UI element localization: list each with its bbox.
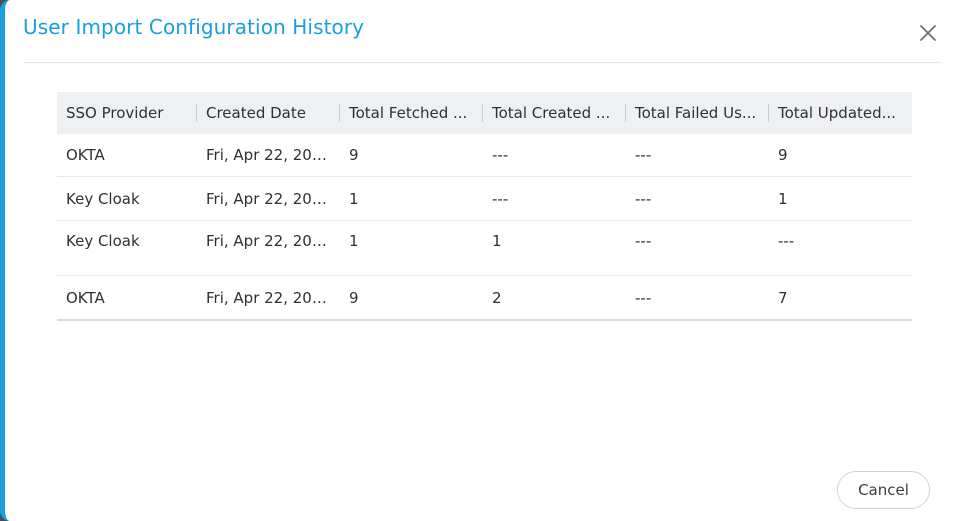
cell-total-failed: --- <box>635 232 652 250</box>
cell-total-updated: 1 <box>778 189 788 208</box>
table-row[interactable]: OKTA Fri, Apr 22, 202... 9 2 --- 7 <box>57 276 912 321</box>
column-header-sso-provider[interactable]: SSO Provider <box>57 92 197 134</box>
column-header-created-date[interactable]: Created Date <box>197 92 340 134</box>
cell-total-fetched: 1 <box>349 232 359 250</box>
cell-sso-provider: OKTA <box>66 146 105 164</box>
column-header-label: Total Fetched ... <box>349 104 468 122</box>
column-header-label: Total Updated... <box>778 104 896 122</box>
column-header-label: Created Date <box>206 104 306 122</box>
column-header-total-created[interactable]: Total Created ... <box>483 92 626 134</box>
column-header-label: SSO Provider <box>66 104 164 122</box>
cell-total-failed: --- <box>635 146 652 164</box>
cell-total-failed: --- <box>635 189 652 208</box>
cancel-button[interactable]: Cancel <box>837 471 930 509</box>
cell-total-created: 1 <box>492 232 502 250</box>
cell-total-updated: 7 <box>778 288 788 307</box>
column-header-total-fetched[interactable]: Total Fetched ... <box>340 92 483 134</box>
close-icon <box>920 25 936 41</box>
column-header-total-updated[interactable]: Total Updated... <box>769 92 912 134</box>
cell-total-created: --- <box>492 189 509 208</box>
cell-sso-provider: Key Cloak <box>66 232 140 250</box>
cell-total-created: --- <box>492 146 509 164</box>
cell-created-date: Fri, Apr 22, 202... <box>206 146 336 164</box>
cell-total-created: 2 <box>492 288 502 307</box>
close-button[interactable] <box>917 22 939 44</box>
cell-total-failed: --- <box>635 288 652 307</box>
cell-sso-provider: Key Cloak <box>66 189 140 208</box>
table-row[interactable]: Key Cloak Fri, Apr 22, 202... 1 1 --- --… <box>57 221 912 276</box>
modal-title: User Import Configuration History <box>23 15 365 39</box>
cell-total-updated: --- <box>778 232 795 250</box>
cell-sso-provider: OKTA <box>66 288 105 307</box>
cell-total-fetched: 1 <box>349 189 359 208</box>
table-row[interactable]: Key Cloak Fri, Apr 22, 202... 1 --- --- … <box>57 177 912 221</box>
title-divider <box>23 62 941 63</box>
cell-total-fetched: 9 <box>349 146 359 164</box>
table-row[interactable]: OKTA Fri, Apr 22, 202... 9 --- --- 9 <box>57 134 912 177</box>
history-table: SSO Provider Created Date Total Fetched … <box>57 92 912 321</box>
cell-total-updated: 9 <box>778 146 788 164</box>
cell-created-date: Fri, Apr 22, 202... <box>206 189 336 208</box>
column-header-total-failed[interactable]: Total Failed Us... <box>626 92 769 134</box>
import-history-modal: User Import Configuration History SSO Pr… <box>0 0 957 521</box>
cell-total-fetched: 9 <box>349 288 359 307</box>
cell-created-date: Fri, Apr 22, 202... <box>206 288 336 307</box>
column-header-label: Total Failed Us... <box>635 104 757 122</box>
cell-created-date: Fri, Apr 22, 202... <box>206 232 336 250</box>
column-header-label: Total Created ... <box>492 104 611 122</box>
table-header: SSO Provider Created Date Total Fetched … <box>57 92 912 134</box>
